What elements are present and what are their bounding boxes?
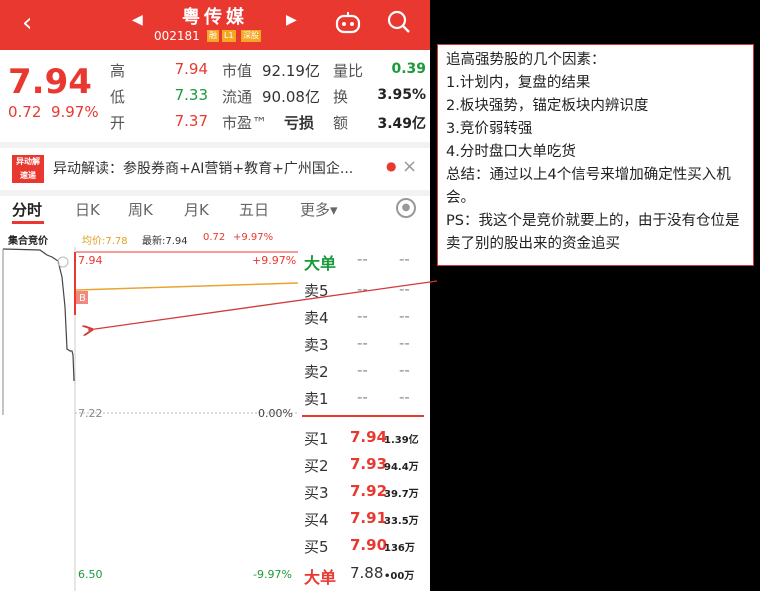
low-label: 低: [110, 88, 126, 106]
latest-price-label: 最新:7.94: [142, 236, 188, 247]
ask-row: 卖4 -- --: [304, 307, 410, 327]
bid-ask-divider: [302, 415, 424, 417]
tab-five-day[interactable]: 五日: [239, 199, 269, 220]
margin-tag: 融: [207, 30, 219, 42]
bid-row: 买3 7.92 39.7万: [304, 482, 419, 502]
note-line: PS：我这个是竞价就要上的，由于没有仓位是卖了别的股出来的资金追买: [446, 213, 740, 252]
turnover-label: 换: [333, 88, 349, 106]
tab-daily-k[interactable]: 日K: [75, 199, 100, 220]
pe-label: 市盈™: [222, 114, 268, 132]
latest-pct: +9.97%: [233, 232, 274, 243]
tab-monthly-k[interactable]: 月K: [184, 199, 209, 220]
note-line: 1.计划内，复盘的结果: [446, 75, 591, 91]
float-value: 90.08亿: [262, 88, 320, 106]
avg-price-label: 均价:7.78: [82, 236, 128, 247]
note-line: 3.竞价弱转强: [446, 121, 533, 137]
news-text: 异动解读：参股券商+AI营销+教育+广州国企...: [53, 161, 354, 177]
market-tag: 深股: [241, 30, 261, 42]
open-value: 7.37: [174, 112, 208, 130]
annotation-note: 追高强势股的几个因素： 1.计划内，复盘的结果 2.板块强势，锚定板块内辨识度 …: [437, 44, 754, 266]
close-icon[interactable]: ×: [402, 156, 417, 177]
high-label: 高: [110, 62, 126, 80]
y-top-pct-label: +9.97%: [252, 254, 296, 267]
ask-big-order-row: 大单 -- --: [304, 250, 410, 273]
turnover-value: 3.95%: [377, 87, 426, 103]
buy-marker-label: B: [79, 293, 86, 304]
vol-ratio-value: 0.39: [391, 61, 426, 77]
amount-label: 额: [333, 114, 349, 132]
latest-change: 0.72: [203, 232, 226, 243]
pe-value: 亏损: [284, 114, 315, 132]
stock-app-screen: ‹ ◀ 粤传媒 ▶ 002181 融 L1 深股 7.94 0.72 9.97%…: [0, 0, 430, 591]
current-price: 7.94: [8, 62, 92, 102]
note-line: 2.板块强势，锚定板块内辨识度: [446, 98, 649, 114]
next-stock-icon[interactable]: ▶: [286, 12, 297, 28]
ask-row: 卖3 -- --: [304, 334, 410, 354]
chart-info-bar: 集合竞价 均价:7.78 最新:7.94 0.72 +9.97%: [0, 229, 430, 247]
note-line: 总结：通过以上4个信号来增加确定性买入机会。: [446, 167, 731, 206]
intraday-chart[interactable]: B 7.94 +9.97% 7.22 0.00% 6.50 -9.97%: [0, 247, 300, 591]
search-icon[interactable]: [387, 10, 411, 40]
intraday-chart-svg: B 7.94 +9.97% 7.22 0.00% 6.50 -9.97%: [0, 247, 300, 591]
y-bottom-pct-label: -9.97%: [253, 568, 292, 581]
level-tag: L1: [222, 30, 236, 42]
note-line: 追高强势股的几个因素：: [446, 52, 606, 68]
y-mid-pct-label: 0.00%: [258, 407, 293, 420]
mktcap-value: 92.19亿: [262, 62, 320, 80]
tab-weekly-k[interactable]: 周K: [128, 199, 153, 220]
y-top-label: 7.94: [78, 254, 103, 267]
amount-value: 3.49亿: [377, 116, 426, 132]
price-change: 0.72 9.97%: [8, 103, 99, 121]
bid-row: 买2 7.93 94.4万: [304, 455, 419, 475]
order-book: 大单 -- -- 卖5 -- -- 卖4 -- -- 卖3 -- -- 卖2 -- -- 卖1 --…: [302, 247, 427, 591]
high-value: 7.94: [174, 60, 208, 78]
stock-code: 002181: [154, 29, 200, 43]
bid-big-order-row: 大单 7.88 •00万: [304, 564, 415, 587]
mktcap-label: 市值: [222, 62, 253, 80]
open-label: 开: [110, 114, 126, 132]
bid-row: 买1 7.94 1.39亿: [304, 428, 419, 448]
active-tab-indicator: [12, 221, 44, 224]
float-label: 流通: [222, 88, 253, 106]
y-mid-label: 7.22: [78, 407, 103, 420]
tab-more[interactable]: 更多▾: [300, 199, 338, 220]
news-logo: 异动解 速递: [12, 155, 44, 183]
tab-intraday[interactable]: 分时: [12, 199, 42, 220]
unread-dot-icon: ●: [386, 159, 397, 173]
chart-tabs: 分时 日K 周K 月K 五日 更多▾ ●: [0, 195, 430, 227]
low-value: 7.33: [174, 86, 208, 104]
header-bar: ‹ ◀ 粤传媒 ▶ 002181 融 L1 深股: [0, 0, 430, 50]
bid-row: 买4 7.91 33.5万: [304, 509, 419, 529]
note-line: 4.分时盘口大单吃货: [446, 144, 576, 160]
stock-name: 粤传媒: [182, 7, 248, 28]
robot-icon[interactable]: [335, 10, 361, 40]
ask-row: 卖5 -- --: [304, 280, 410, 300]
y-bottom-label: 6.50: [78, 568, 103, 581]
settings-icon[interactable]: ●: [396, 198, 416, 218]
ask-row: 卖1 -- --: [304, 388, 410, 408]
bid-row: 买5 7.90 136万: [304, 536, 415, 556]
auction-label: 集合竞价: [8, 236, 48, 247]
vol-ratio-label: 量比: [333, 62, 364, 80]
ask-row: 卖2 -- --: [304, 361, 410, 381]
news-banner[interactable]: 异动解 速递 异动解读：参股券商+AI营销+教育+广州国企... ● ×: [0, 142, 430, 196]
